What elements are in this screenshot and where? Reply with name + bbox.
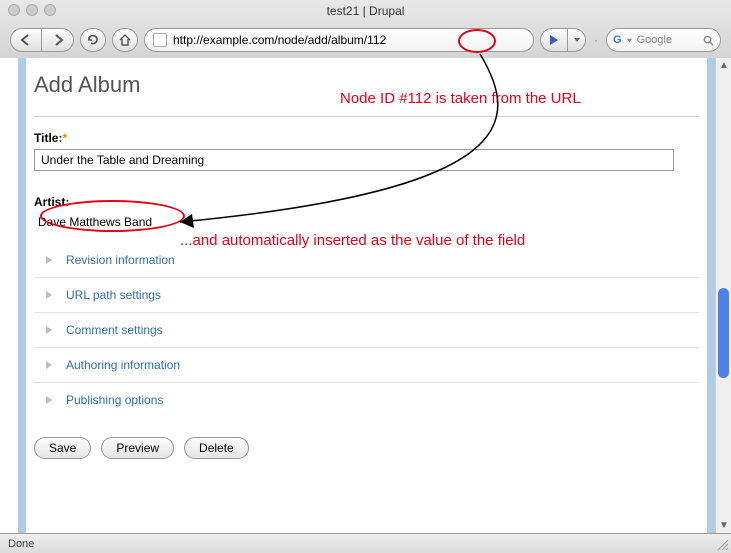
required-marker-icon: * bbox=[62, 131, 67, 145]
triangle-right-icon bbox=[44, 290, 54, 300]
title-input[interactable] bbox=[34, 149, 674, 171]
page-title: Add Album bbox=[34, 58, 699, 108]
scroll-thumb[interactable] bbox=[718, 288, 729, 378]
forward-arrow-icon bbox=[51, 33, 65, 47]
search-icon bbox=[703, 35, 714, 46]
window-controls[interactable] bbox=[8, 4, 56, 16]
fieldset-list: Revision information URL path settings C… bbox=[34, 243, 699, 417]
close-window-icon[interactable] bbox=[8, 4, 20, 16]
search-field[interactable]: G Google bbox=[606, 28, 721, 52]
reload-icon bbox=[86, 33, 100, 47]
fieldset-url-path[interactable]: URL path settings bbox=[34, 278, 699, 313]
forward-button[interactable] bbox=[42, 28, 74, 52]
fieldset-label: URL path settings bbox=[66, 288, 161, 302]
fieldset-authoring[interactable]: Authoring information bbox=[34, 348, 699, 383]
save-button[interactable]: Save bbox=[34, 437, 91, 459]
url-text: http://example.com/node/add/album/112 bbox=[173, 33, 386, 47]
chevron-down-icon bbox=[626, 37, 633, 44]
google-icon: G bbox=[613, 34, 622, 46]
theme-border-right bbox=[707, 58, 715, 533]
window-title: test21 | Drupal bbox=[327, 4, 405, 18]
reload-button[interactable] bbox=[80, 28, 106, 52]
zoom-window-icon[interactable] bbox=[44, 4, 56, 16]
button-row: Save Preview Delete bbox=[34, 437, 699, 459]
search-placeholder: Google bbox=[637, 34, 672, 46]
fieldset-label: Publishing options bbox=[66, 393, 163, 407]
page-icon bbox=[153, 33, 167, 47]
artist-value: Dave Matthews Band bbox=[34, 213, 699, 229]
triangle-right-icon bbox=[44, 325, 54, 335]
fieldset-label: Authoring information bbox=[66, 358, 180, 372]
nav-back-forward bbox=[10, 28, 74, 52]
play-icon bbox=[549, 35, 559, 45]
home-button[interactable] bbox=[112, 28, 138, 52]
go-button[interactable] bbox=[540, 28, 568, 52]
triangle-right-icon bbox=[44, 255, 54, 265]
triangle-right-icon bbox=[44, 395, 54, 405]
toolbar: http://example.com/node/add/album/112 · … bbox=[0, 22, 731, 58]
fieldset-label: Comment settings bbox=[66, 323, 163, 337]
fieldset-publishing[interactable]: Publishing options bbox=[34, 383, 699, 417]
content-area: Add Album Title:* Artist: Dave Matthews … bbox=[34, 58, 699, 459]
scroll-down-arrow-icon[interactable]: ▼ bbox=[719, 520, 729, 531]
divider bbox=[34, 116, 699, 117]
back-button[interactable] bbox=[10, 28, 42, 52]
preview-button[interactable]: Preview bbox=[101, 437, 174, 459]
title-label: Title:* bbox=[34, 131, 699, 145]
toolbar-separator-icon: · bbox=[594, 33, 598, 47]
browser-chrome: test21 | Drupal http://example.com/node/… bbox=[0, 0, 731, 59]
resize-grip-icon[interactable] bbox=[715, 537, 729, 551]
delete-button[interactable]: Delete bbox=[184, 437, 249, 459]
page-viewport: Add Album Title:* Artist: Dave Matthews … bbox=[0, 58, 715, 533]
vertical-scrollbar[interactable]: ▲ ▼ bbox=[715, 58, 731, 533]
window-titlebar: test21 | Drupal bbox=[0, 0, 731, 22]
home-icon bbox=[118, 33, 132, 47]
minimize-window-icon[interactable] bbox=[26, 4, 38, 16]
fieldset-label: Revision information bbox=[66, 253, 175, 267]
artist-label: Artist: bbox=[34, 195, 699, 209]
go-button-group bbox=[540, 28, 586, 52]
status-bar: Done bbox=[0, 533, 731, 553]
url-field[interactable]: http://example.com/node/add/album/112 bbox=[144, 28, 534, 52]
chevron-down-icon bbox=[573, 36, 581, 44]
fieldset-revision[interactable]: Revision information bbox=[34, 243, 699, 278]
triangle-right-icon bbox=[44, 360, 54, 370]
status-text: Done bbox=[8, 538, 34, 550]
theme-border-left bbox=[18, 58, 26, 533]
fieldset-comment[interactable]: Comment settings bbox=[34, 313, 699, 348]
scroll-up-arrow-icon[interactable]: ▲ bbox=[719, 60, 729, 71]
go-dropdown[interactable] bbox=[568, 28, 586, 52]
back-arrow-icon bbox=[19, 33, 33, 47]
